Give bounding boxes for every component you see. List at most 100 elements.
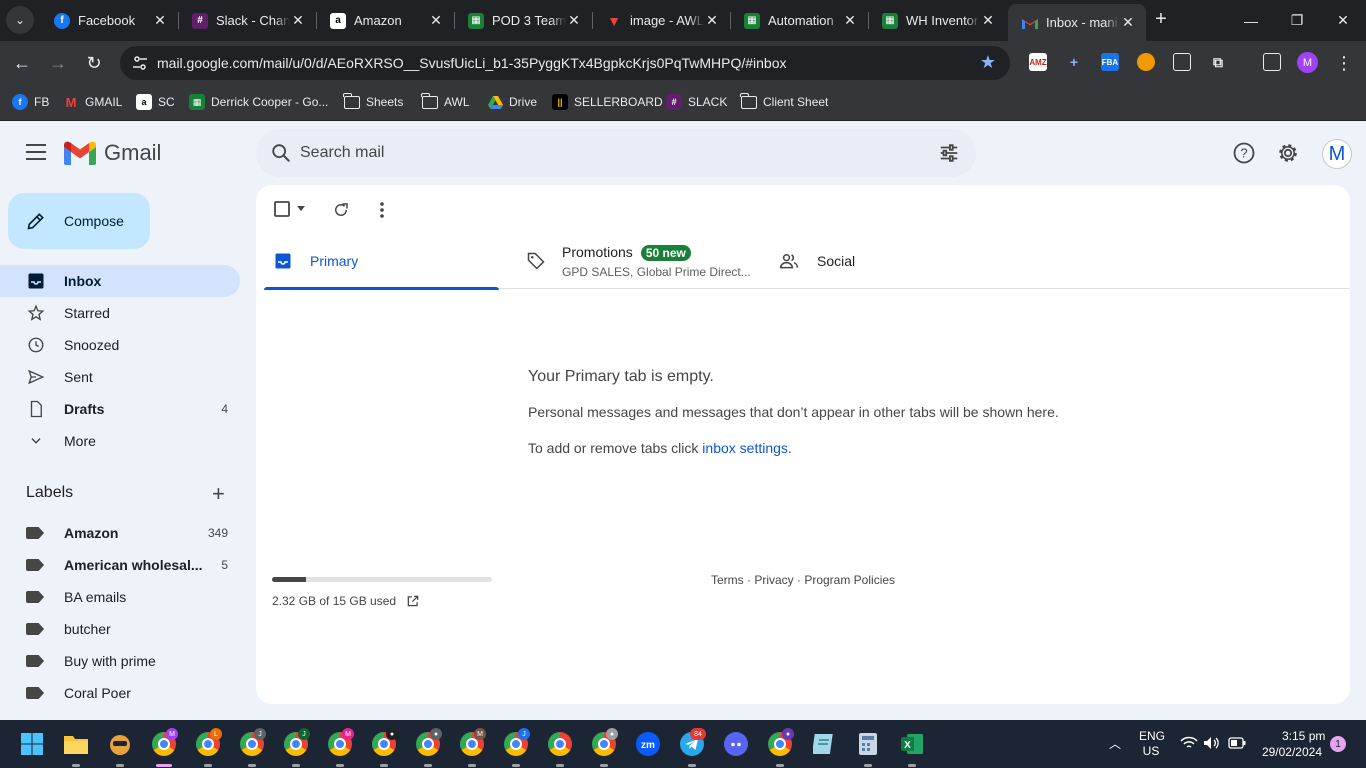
bookmark-slack[interactable]: # SLACK <box>666 93 727 111</box>
tab-social[interactable]: Social <box>769 233 949 289</box>
inbox-settings-link[interactable]: inbox settings <box>702 440 788 456</box>
label-item[interactable]: Coral Poer <box>0 677 240 709</box>
account-avatar[interactable]: M <box>1322 139 1352 169</box>
site-info-icon[interactable] <box>132 55 148 71</box>
label-item[interactable]: butcher <box>0 613 240 645</box>
chrome-profile-icon[interactable]: ● <box>764 728 796 767</box>
browser-profile-avatar[interactable]: M <box>1297 52 1318 73</box>
address-bar[interactable]: mail.google.com/mail/u/0/d/AEoRXRSO__Svu… <box>120 46 1010 80</box>
browser-menu-icon[interactable]: ⋮ <box>1330 49 1358 77</box>
notification-count-badge[interactable]: 1 <box>1330 736 1346 752</box>
nav-drafts[interactable]: Drafts 4 <box>0 393 240 425</box>
extension-orange-icon[interactable] <box>1137 53 1155 71</box>
tab-promotions[interactable]: Promotions 50 new GPD SALES, Global Prime… <box>516 233 756 289</box>
create-label-button[interactable]: + <box>212 483 225 505</box>
open-external-icon[interactable] <box>406 594 420 608</box>
bookmark-derrick-cooper[interactable]: ▦ Derrick Cooper - Go... <box>189 93 328 111</box>
nav-sent[interactable]: Sent <box>0 361 240 393</box>
main-menu-icon[interactable] <box>26 144 46 160</box>
chrome-profile-m2-icon[interactable]: M <box>324 728 356 767</box>
browser-tab-pod3[interactable]: ▦ POD 3 Team ✕ <box>454 6 592 35</box>
chrome-profile-icon[interactable]: M <box>456 728 488 767</box>
bookmark-fb[interactable]: f FB <box>12 93 49 111</box>
close-tab-icon[interactable]: ✕ <box>566 12 582 29</box>
nav-more[interactable]: More <box>0 425 240 457</box>
browser-tab-facebook[interactable]: f Facebook ✕ <box>40 6 178 35</box>
chrome-profile-icon[interactable]: J <box>500 728 532 767</box>
extension-camera-icon[interactable] <box>1173 53 1191 71</box>
excel-icon[interactable]: X <box>896 728 928 767</box>
chrome-profile-icon[interactable]: ● <box>368 728 400 767</box>
notepad-icon[interactable] <box>808 728 840 760</box>
system-clock[interactable]: 3:15 pm 29/02/2024 <box>1262 728 1325 760</box>
close-tab-icon[interactable]: ✕ <box>704 12 720 29</box>
volume-icon[interactable] <box>1203 736 1219 750</box>
forward-button[interactable]: → <box>44 49 72 77</box>
reload-button[interactable]: ↻ <box>80 49 108 77</box>
search-input[interactable] <box>300 139 900 167</box>
chrome-profile-l-icon[interactable]: L <box>192 728 224 767</box>
chrome-profile-icon[interactable]: ● <box>588 728 620 767</box>
close-tab-icon[interactable]: ✕ <box>842 12 858 29</box>
bookmark-sc[interactable]: a SC <box>136 93 175 111</box>
settings-gear-icon[interactable] <box>1276 141 1300 165</box>
close-window-button[interactable]: ✕ <box>1320 0 1366 41</box>
new-tab-button[interactable]: + <box>1150 8 1172 30</box>
browser-tab-slack[interactable]: # Slack - Chan ✕ <box>178 6 316 35</box>
compose-button[interactable]: Compose <box>8 193 150 249</box>
browser-tab-amazon[interactable]: a Amazon ✕ <box>316 6 454 35</box>
extension-amz-icon[interactable]: AMZ <box>1029 53 1047 71</box>
chrome-icon[interactable] <box>544 728 576 767</box>
extension-plus-icon[interactable]: + <box>1065 53 1083 71</box>
select-dropdown-icon[interactable] <box>296 205 306 213</box>
more-options-icon[interactable] <box>374 201 390 219</box>
app-pet-icon[interactable] <box>104 728 136 767</box>
chrome-profile-m-icon[interactable]: M <box>148 728 180 767</box>
browser-tab-automation[interactable]: ▦ Automation ✕ <box>730 6 868 35</box>
calculator-icon[interactable] <box>852 728 884 767</box>
close-tab-icon[interactable]: ✕ <box>1120 14 1136 31</box>
zoom-icon[interactable]: zm <box>632 728 664 760</box>
restore-button[interactable]: ❐ <box>1274 0 1320 41</box>
tab-primary[interactable]: Primary <box>264 233 499 290</box>
input-language-indicator[interactable]: ENG US <box>1139 729 1165 759</box>
nav-inbox[interactable]: Inbox <box>0 265 240 297</box>
bookmark-folder-sheets[interactable]: Sheets <box>343 92 403 111</box>
browser-tab-image-awl[interactable]: ▼ image - AWL ✕ <box>592 6 730 35</box>
extension-fba-icon[interactable]: FBA <box>1101 53 1119 71</box>
wifi-icon[interactable] <box>1180 736 1198 750</box>
bookmark-sellerboard[interactable]: || SELLERBOARD <box>552 93 663 111</box>
browser-tab-inbox[interactable]: Inbox - mani ✕ <box>1008 4 1146 41</box>
extensions-puzzle-icon[interactable]: ⧉ <box>1209 53 1227 71</box>
help-icon[interactable]: ? <box>1232 141 1256 165</box>
discord-icon[interactable] <box>720 728 752 760</box>
label-item[interactable]: Amazon 349 <box>0 517 240 549</box>
select-all-checkbox[interactable] <box>274 201 290 217</box>
close-tab-icon[interactable]: ✕ <box>152 12 168 29</box>
close-tab-icon[interactable]: ✕ <box>980 12 996 29</box>
bookmark-gmail[interactable]: M GMAIL <box>63 93 123 111</box>
gmail-logo[interactable]: Gmail <box>64 140 161 166</box>
close-tab-icon[interactable]: ✕ <box>428 12 444 29</box>
side-panel-icon[interactable] <box>1263 53 1281 71</box>
label-item[interactable]: BA emails <box>0 581 240 613</box>
tab-search-button[interactable]: ⌄ <box>6 6 34 34</box>
bookmark-star-icon[interactable]: ★ <box>980 52 996 73</box>
minimize-button[interactable]: — <box>1228 0 1274 41</box>
refresh-icon[interactable] <box>332 201 350 219</box>
bookmark-folder-client-sheet[interactable]: Client Sheet <box>740 92 828 111</box>
nav-snoozed[interactable]: Snoozed <box>0 329 240 361</box>
file-explorer-icon[interactable] <box>60 728 92 767</box>
show-hidden-icons-chevron-icon[interactable]: ︿ <box>1109 735 1121 752</box>
start-windows-icon[interactable] <box>16 728 48 760</box>
footer-links[interactable]: Terms · Privacy · Program Policies <box>711 573 895 587</box>
bookmark-folder-awl[interactable]: AWL <box>421 92 470 111</box>
search-icon[interactable] <box>270 142 292 164</box>
browser-tab-wh-inventory[interactable]: ▦ WH Inventor ✕ <box>868 6 1006 35</box>
chrome-profile-j-icon[interactable]: J <box>236 728 268 767</box>
search-filters-icon[interactable] <box>938 142 960 164</box>
close-tab-icon[interactable]: ✕ <box>290 12 306 29</box>
chrome-profile-j2-icon[interactable]: J <box>280 728 312 767</box>
telegram-icon[interactable]: 84 <box>676 728 708 767</box>
chrome-profile-icon[interactable]: ● <box>412 728 444 767</box>
